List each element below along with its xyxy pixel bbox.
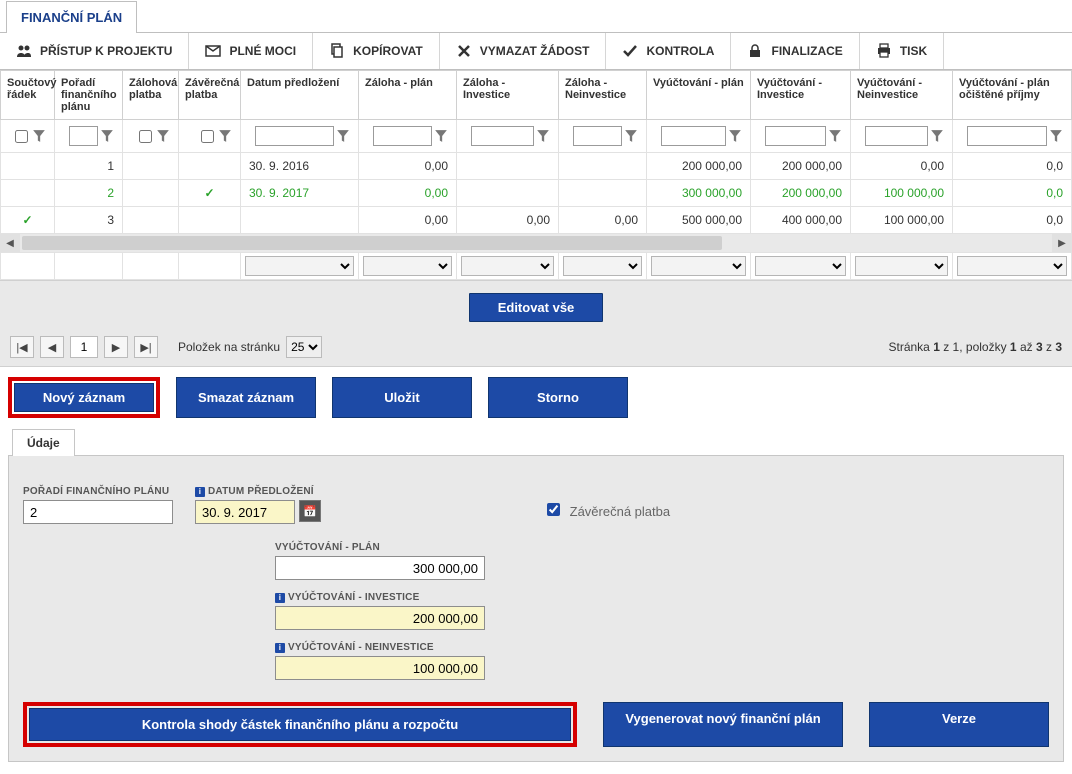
- col-header-5[interactable]: Záloha - plán: [359, 71, 457, 120]
- check-icon: [622, 43, 638, 59]
- zaverecna-checkbox[interactable]: Závěrečná platba: [543, 504, 670, 519]
- col-header-3[interactable]: Závěrečná platba: [179, 71, 241, 120]
- horizontal-scrollbar[interactable]: ◀ ▶: [0, 234, 1072, 252]
- delete-record-button[interactable]: Smazat záznam: [176, 377, 316, 418]
- toolbar-delete[interactable]: VYMAZAT ŽÁDOST: [440, 33, 607, 69]
- save-button[interactable]: Uložit: [332, 377, 472, 418]
- label-vplan: VYÚČTOVÁNÍ - PLÁN: [275, 542, 495, 553]
- col-header-0[interactable]: Součtový řádek: [1, 71, 55, 120]
- agg-select-10[interactable]: [855, 256, 948, 276]
- label-vinv: iVYÚČTOVÁNÍ - INVESTICE: [275, 592, 495, 603]
- lock-icon: [747, 43, 763, 59]
- col-header-1[interactable]: Pořadí finančního plánu: [55, 71, 123, 120]
- check-amounts-button[interactable]: Kontrola shody částek finančního plánu a…: [29, 708, 571, 741]
- col-header-8[interactable]: Vyúčtování - plán: [647, 71, 751, 120]
- filter-input-5[interactable]: [373, 126, 432, 146]
- filter-input-8[interactable]: [661, 126, 726, 146]
- col-header-6[interactable]: Záloha - Investice: [457, 71, 559, 120]
- col-header-2[interactable]: Zálohová platba: [123, 71, 179, 120]
- toolbar: PŘÍSTUP K PROJEKTUPLNÉ MOCIKOPÍROVATVYMA…: [0, 33, 1072, 70]
- pager-next[interactable]: ▶: [104, 336, 128, 358]
- new-record-button[interactable]: Nový záznam: [14, 383, 154, 412]
- pager-status: Stránka 1 z 1, položky 1 až 3 z 3: [889, 340, 1063, 354]
- label-datum: iDATUM PŘEDLOŽENÍ: [195, 486, 321, 497]
- cancel-button[interactable]: Storno: [488, 377, 628, 418]
- copy-icon: [329, 43, 345, 59]
- print-icon: [876, 43, 892, 59]
- toolbar-copy[interactable]: KOPÍROVAT: [313, 33, 440, 69]
- datum-field[interactable]: [195, 500, 295, 524]
- agg-select-4[interactable]: [245, 256, 354, 276]
- col-header-7[interactable]: Záloha - Neinvestice: [559, 71, 647, 120]
- pager-page-input[interactable]: [70, 336, 98, 358]
- financial-plan-table: Součtový řádekPořadí finančního plánuZál…: [0, 70, 1072, 234]
- pager-perpage-select[interactable]: 25: [286, 336, 322, 358]
- detail-tab-udaje[interactable]: Údaje: [12, 429, 75, 456]
- version-button[interactable]: Verze: [869, 702, 1049, 747]
- agg-select-7[interactable]: [563, 256, 642, 276]
- agg-select-6[interactable]: [461, 256, 554, 276]
- pager-first[interactable]: |◀: [10, 336, 34, 358]
- toolbar-lock[interactable]: FINALIZACE: [731, 33, 859, 69]
- toolbar-mail[interactable]: PLNÉ MOCI: [189, 33, 313, 69]
- pager-perpage-label: Položek na stránku: [178, 340, 280, 354]
- vnei-field[interactable]: [275, 656, 485, 680]
- filter-check-2[interactable]: [139, 130, 152, 143]
- filter-input-4[interactable]: [255, 126, 334, 146]
- agg-select-8[interactable]: [651, 256, 746, 276]
- mail-icon: [205, 43, 221, 59]
- table-row[interactable]: ✓30,000,000,00500 000,00400 000,00100 00…: [1, 207, 1072, 234]
- vinv-field[interactable]: [275, 606, 485, 630]
- page-tab-financni-plan[interactable]: FINANČNÍ PLÁN: [6, 1, 137, 33]
- filter-check-3[interactable]: [201, 130, 214, 143]
- filter-input-7[interactable]: [573, 126, 622, 146]
- toolbar-print[interactable]: TISK: [860, 33, 944, 69]
- label-poradi: POŘADÍ FINANČNÍHO PLÁNU: [23, 486, 173, 497]
- filter-input-11[interactable]: [967, 126, 1047, 146]
- agg-select-9[interactable]: [755, 256, 846, 276]
- label-vnei: iVYÚČTOVÁNÍ - NEINVESTICE: [275, 642, 495, 653]
- toolbar-check[interactable]: KONTROLA: [606, 33, 731, 69]
- toolbar-users[interactable]: PŘÍSTUP K PROJEKTU: [0, 33, 189, 69]
- col-header-4[interactable]: Datum předložení: [241, 71, 359, 120]
- calendar-icon[interactable]: 📅: [299, 500, 321, 522]
- pager-prev[interactable]: ◀: [40, 336, 64, 358]
- filter-input-1[interactable]: [69, 126, 98, 146]
- edit-all-button[interactable]: Editovat vše: [469, 293, 604, 322]
- filter-input-6[interactable]: [471, 126, 534, 146]
- col-header-11[interactable]: Vyúčtování - plán očištěné příjmy: [953, 71, 1072, 120]
- poradi-field[interactable]: [23, 500, 173, 524]
- pager-last[interactable]: ▶|: [134, 336, 158, 358]
- agg-select-5[interactable]: [363, 256, 452, 276]
- generate-plan-button[interactable]: Vygenerovat nový finanční plán: [603, 702, 843, 747]
- users-icon: [16, 43, 32, 59]
- delete-icon: [456, 43, 472, 59]
- filter-input-10[interactable]: [865, 126, 928, 146]
- table-row[interactable]: 130. 9. 20160,00200 000,00200 000,000,00…: [1, 153, 1072, 180]
- col-header-10[interactable]: Vyúčtování - Neinvestice: [851, 71, 953, 120]
- agg-select-11[interactable]: [957, 256, 1067, 276]
- col-header-9[interactable]: Vyúčtování - Investice: [751, 71, 851, 120]
- filter-input-9[interactable]: [765, 126, 826, 146]
- filter-check-0[interactable]: [15, 130, 28, 143]
- table-row[interactable]: 2✓30. 9. 20170,00300 000,00200 000,00100…: [1, 180, 1072, 207]
- vplan-field[interactable]: [275, 556, 485, 580]
